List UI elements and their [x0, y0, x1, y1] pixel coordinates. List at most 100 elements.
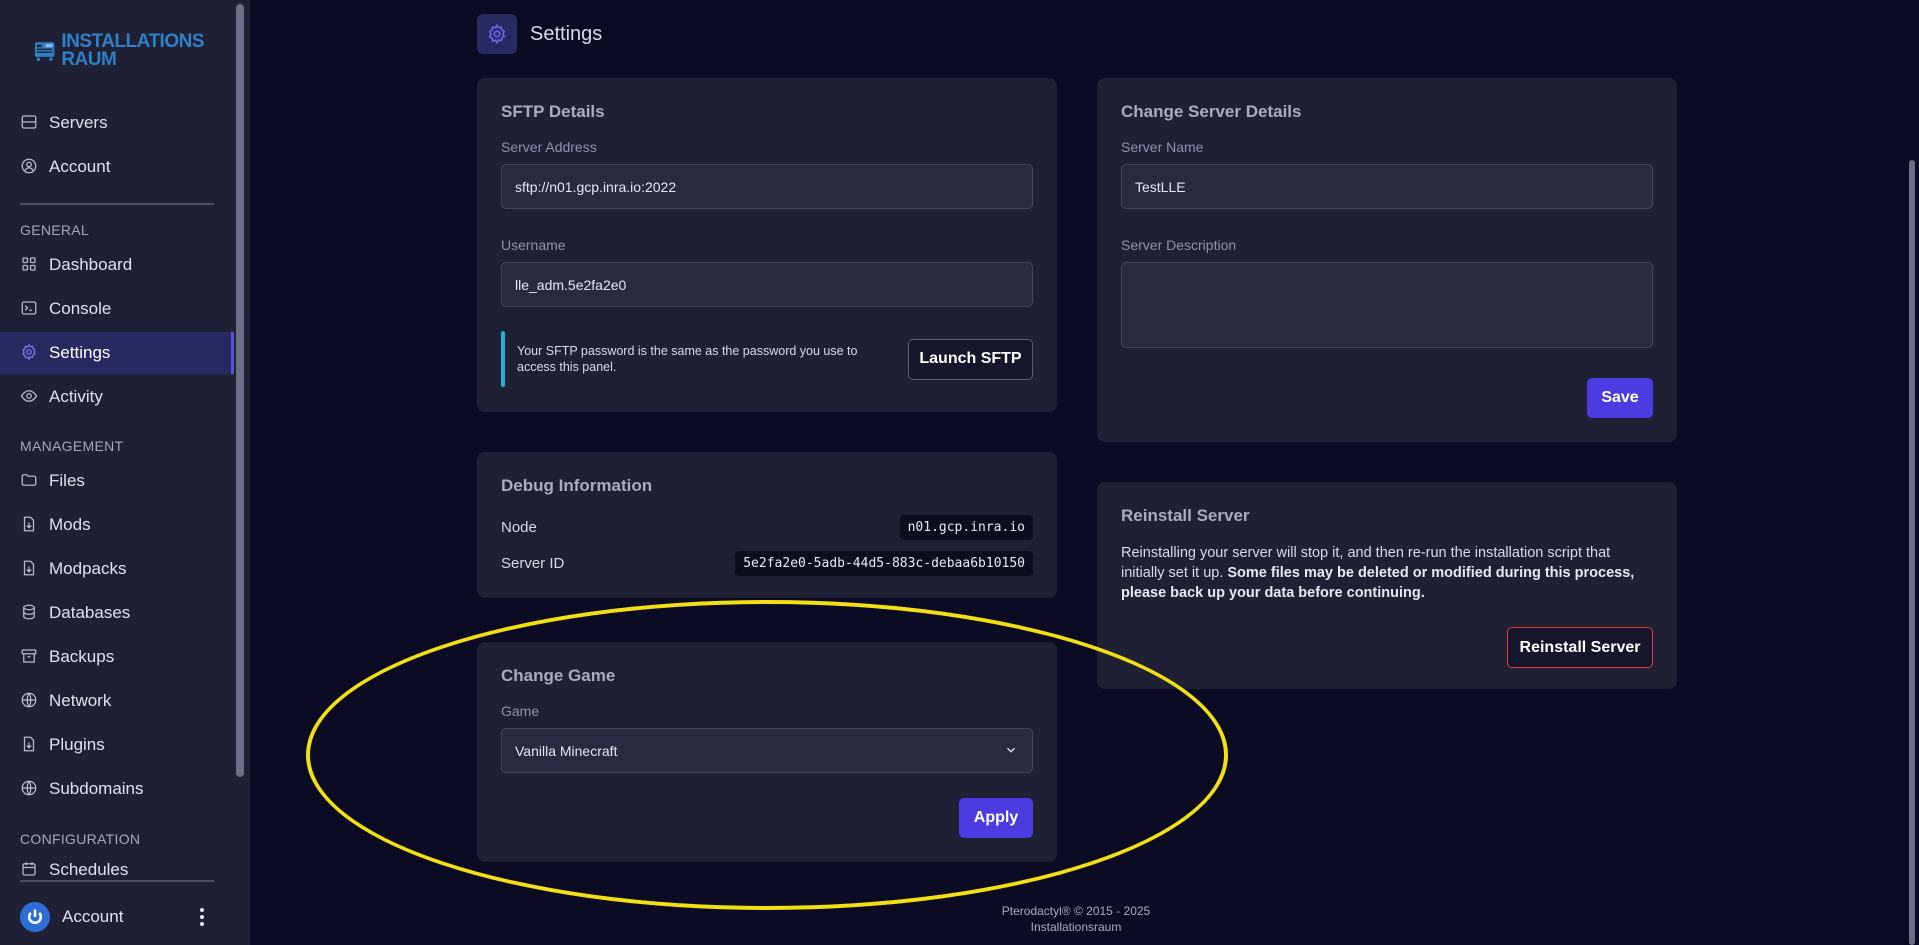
sidebar-item-schedules[interactable]: Schedules — [0, 852, 234, 880]
terminal-icon — [20, 299, 40, 319]
user-circle-icon — [20, 157, 40, 177]
sidebar-item-label: Databases — [49, 603, 131, 622]
logo-mark-icon — [34, 42, 55, 61]
launch-sftp-button[interactable]: Launch SFTP — [908, 338, 1033, 380]
reinstall-description: Reinstalling your server will stop it, a… — [1121, 543, 1653, 603]
globe-icon — [20, 779, 40, 799]
sidebar-item-label: Plugins — [49, 735, 105, 754]
brand-logo[interactable]: INSTALLATIONS RAUM — [34, 28, 204, 74]
note-text: Your SFTP password is the same as the pa… — [517, 344, 858, 374]
section-management: MANAGEMENT — [20, 438, 124, 454]
sidebar-item-activity[interactable]: Activity — [0, 376, 234, 418]
sidebar-item-plugins[interactable]: Plugins — [0, 724, 234, 766]
sidebar-item-label: Activity — [49, 387, 103, 406]
server-description-field[interactable] — [1121, 262, 1653, 348]
archive-icon — [20, 647, 40, 667]
sidebar-item-label: Network — [49, 691, 112, 710]
footer-brand: Installationsraum — [1030, 920, 1122, 934]
sidebar-item-settings[interactable]: Settings — [0, 332, 234, 374]
sidebar-item-network[interactable]: Network — [0, 680, 234, 722]
reinstall-server-card: Reinstall Server Reinstalling your serve… — [1097, 482, 1677, 689]
sidebar-item-subdomains[interactable]: Subdomains — [0, 768, 234, 810]
sidebar-item-servers[interactable]: Servers — [0, 102, 234, 144]
file-download-icon — [20, 559, 40, 579]
server-id-value: 5e2fa2e0-5adb-44d5-883c-debaa6b10150 — [735, 550, 1033, 576]
section-configuration: CONFIGURATION — [20, 831, 141, 847]
change-game-actions: Apply — [501, 798, 1033, 838]
sidebar-item-label: Schedules — [49, 860, 129, 879]
sidebar-item-modpacks[interactable]: Modpacks — [0, 548, 234, 590]
server-name-field[interactable]: TestLLE — [1121, 164, 1653, 209]
username-field[interactable]: lle_adm.5e2fa2e0 — [501, 262, 1033, 307]
reinstall-actions: Reinstall Server — [1121, 627, 1653, 668]
sidebar-item-dashboard[interactable]: Dashboard — [0, 244, 234, 286]
file-download-icon — [20, 515, 40, 535]
section-general: GENERAL — [20, 222, 90, 238]
card-title: Change Server Details — [1121, 102, 1302, 121]
card-title: Debug Information — [501, 476, 653, 495]
field-label: Username — [501, 237, 566, 253]
main-scrollbar[interactable] — [1909, 160, 1915, 945]
globe-icon — [20, 691, 40, 711]
logo-text-line2: RAUM — [61, 49, 117, 70]
apply-button[interactable]: Apply — [959, 798, 1033, 838]
gear-icon — [20, 343, 40, 363]
node-label: Node — [501, 518, 537, 536]
sidebar-item-label: Settings — [49, 343, 111, 362]
card-title: SFTP Details — [501, 102, 605, 121]
field-label: Server Description — [1121, 237, 1237, 253]
chevron-down-icon — [1004, 743, 1018, 757]
sidebar-item-label: Account — [49, 157, 111, 176]
debug-info-card: Debug Information Node n01.gcp.inra.io S… — [477, 452, 1057, 598]
game-select-value: Vanilla Minecraft — [515, 742, 618, 759]
sidebar-item-console[interactable]: Console — [0, 288, 234, 330]
save-button[interactable]: Save — [1587, 378, 1653, 418]
sftp-footer: Your SFTP password is the same as the pa… — [501, 331, 1033, 387]
sidebar-item-account[interactable]: Account — [0, 146, 234, 188]
server-icon — [20, 113, 40, 133]
sidebar-account-label: Account — [62, 907, 124, 926]
sidebar-item-label: Backups — [49, 647, 115, 666]
sidebar-divider — [20, 203, 214, 205]
page-footer: Pterodactyl® © 2015 - 2025 Installations… — [960, 903, 1192, 935]
database-icon — [20, 603, 40, 623]
field-label: Server Address — [501, 139, 597, 155]
card-title: Change Game — [501, 666, 616, 685]
sidebar-item-backups[interactable]: Backups — [0, 636, 234, 678]
gear-icon — [477, 14, 517, 54]
power-icon — [27, 909, 43, 924]
avatar — [20, 902, 50, 932]
sidebar-account[interactable]: Account — [20, 901, 230, 933]
page-header: Settings — [477, 14, 602, 54]
card-title: Reinstall Server — [1121, 506, 1250, 525]
server-id-label: Server ID — [501, 554, 565, 572]
field-label: Server Name — [1121, 139, 1204, 155]
folder-icon — [20, 471, 40, 491]
sidebar-item-label: Mods — [49, 515, 91, 534]
sidebar-item-files[interactable]: Files — [0, 460, 234, 502]
reinstall-server-button[interactable]: Reinstall Server — [1507, 627, 1653, 668]
sidebar-item-label: Modpacks — [49, 559, 127, 578]
sftp-password-note: Your SFTP password is the same as the pa… — [501, 331, 872, 387]
page-title: Settings — [530, 22, 603, 45]
sidebar-item-label: Subdomains — [49, 779, 144, 798]
game-select[interactable]: Vanilla Minecraft — [501, 728, 1033, 773]
sidebar-item-label: Console — [49, 299, 112, 318]
sidebar-item-label: Dashboard — [49, 255, 133, 274]
node-row: Node n01.gcp.inra.io — [501, 513, 1033, 541]
sidebar-item-label: Files — [49, 471, 85, 490]
server-address-field[interactable]: sftp://n01.gcp.inra.io:2022 — [501, 164, 1033, 209]
server-id-row: Server ID 5e2fa2e0-5adb-44d5-883c-debaa6… — [501, 549, 1033, 577]
grid-icon — [20, 255, 40, 275]
node-value: n01.gcp.inra.io — [899, 514, 1033, 540]
sidebar-item-label: Servers — [49, 113, 108, 132]
server-details-card: Change Server Details Server Name TestLL… — [1097, 78, 1677, 442]
footer-copyright: Pterodactyl® © 2015 - 2025 — [1001, 904, 1151, 918]
sidebar-scrollbar[interactable] — [236, 4, 244, 777]
sidebar-item-databases[interactable]: Databases — [0, 592, 234, 634]
kebab-menu-icon[interactable] — [192, 905, 212, 929]
eye-icon — [20, 387, 40, 407]
field-label: Game — [501, 703, 540, 719]
note-accent-bar — [501, 331, 505, 387]
sidebar-item-mods[interactable]: Mods — [0, 504, 234, 546]
